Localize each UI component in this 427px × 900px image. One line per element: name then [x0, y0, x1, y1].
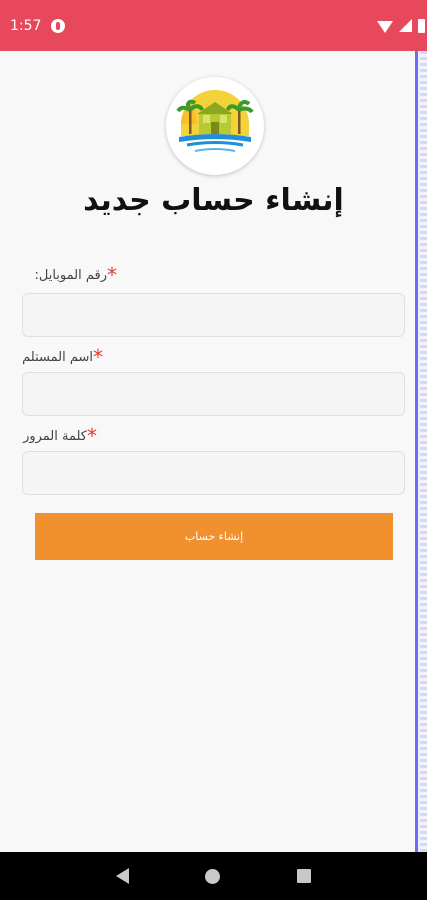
status-time: 1:57 [10, 17, 42, 34]
home-icon[interactable] [205, 868, 221, 884]
wifi-icon [377, 20, 393, 33]
password-label-text: كلمة المرور [23, 429, 87, 444]
mobile-number-input[interactable] [22, 293, 405, 337]
app-logo [166, 77, 264, 175]
palm-tree-hut-logo-icon [175, 86, 255, 166]
mobile-number-label-text: رقم الموبايل: [34, 268, 107, 283]
password-input[interactable] [22, 451, 405, 495]
app-notification-icon [51, 18, 66, 33]
battery-icon [418, 18, 425, 33]
back-icon[interactable] [116, 868, 130, 884]
required-mark: * [107, 263, 117, 287]
recent-apps-icon[interactable] [296, 869, 311, 883]
signup-screen: إنشاء حساب جديد *رقم الموبايل: *اسم المس… [0, 51, 415, 852]
recipient-name-input[interactable] [22, 372, 405, 416]
scroll-indicator [415, 51, 427, 852]
status-icons [377, 0, 427, 51]
required-mark: * [93, 345, 103, 369]
mobile-number-label: *رقم الموبايل: [34, 263, 117, 287]
required-mark: * [87, 424, 97, 448]
password-label: *كلمة المرور [23, 424, 97, 448]
recipient-name-label-text: اسم المستلم [22, 350, 93, 365]
page-title: إنشاء حساب جديد [83, 183, 344, 218]
signal-icon [399, 19, 412, 32]
recipient-name-label: *اسم المستلم [22, 345, 103, 369]
navigation-bar [0, 852, 427, 900]
create-account-button[interactable]: إنشاء حساب [35, 513, 393, 560]
status-bar: 1:57 [0, 0, 427, 51]
